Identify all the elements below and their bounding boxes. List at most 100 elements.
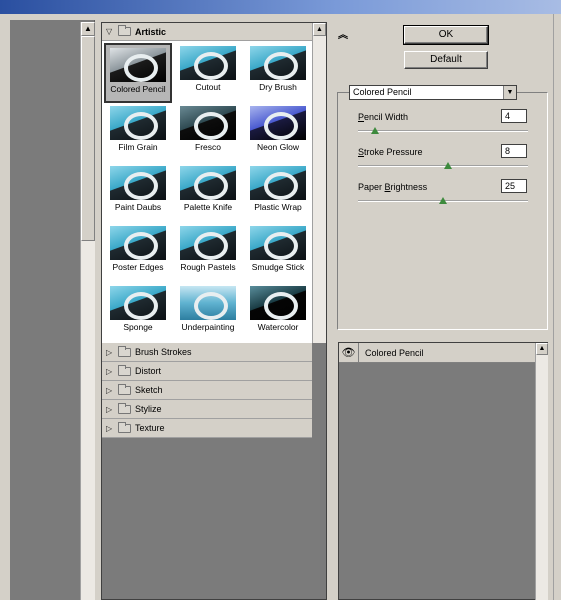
pencil-width-input[interactable]: 4 [501, 109, 527, 123]
filter-label: Paint Daubs [114, 202, 162, 212]
stroke-pressure-slider[interactable] [358, 162, 528, 169]
window-right-edge [553, 14, 561, 600]
pencil-width-slider[interactable] [358, 127, 528, 134]
filter-thumb-smudge-stick[interactable]: Smudge Stick [244, 223, 312, 283]
preview-scrollbar[interactable]: ▲ [80, 22, 95, 600]
category-label: Artistic [135, 26, 167, 37]
folder-icon [118, 345, 131, 357]
filter-preview-image [110, 48, 166, 82]
layers-scrollbar[interactable]: ▲ [535, 343, 548, 600]
category-distort[interactable]: ▷ Distort [102, 362, 312, 381]
filter-select-value: Colored Pencil [353, 87, 412, 97]
filter-preview-image [250, 286, 306, 320]
filter-label: Fresco [195, 142, 221, 152]
filter-gallery: ▽ Artistic Colored Pencil Cutout Dry Bru… [101, 22, 327, 600]
folder-icon [118, 421, 131, 433]
slider-knob[interactable] [444, 162, 453, 169]
category-artistic[interactable]: ▽ Artistic [102, 23, 312, 41]
stroke-pressure-input[interactable]: 8 [501, 144, 527, 158]
scroll-up-arrow-icon[interactable]: ▲ [313, 23, 326, 36]
filter-thumb-neon-glow[interactable]: Neon Glow [244, 103, 312, 163]
filter-preview-image [180, 46, 236, 80]
filter-label: Sponge [123, 322, 153, 332]
gallery-scrollbar[interactable]: ▲ [312, 23, 326, 343]
filter-label: Rough Pastels [180, 262, 236, 272]
filter-preview-image [110, 106, 166, 140]
collapsed-triangle-icon[interactable]: ▷ [106, 367, 114, 376]
filter-preview-image [250, 166, 306, 200]
filter-settings-panel [337, 92, 548, 330]
filter-label: Underpainting [181, 322, 235, 332]
filter-label: Cutout [195, 82, 221, 92]
filter-label: Dry Brush [259, 82, 297, 92]
window-title-bar [0, 0, 561, 14]
filter-preview-image [180, 226, 236, 260]
filter-thumb-paint-daubs[interactable]: Paint Daubs [104, 163, 172, 223]
folder-icon [118, 383, 131, 395]
collapsed-triangle-icon[interactable]: ▷ [106, 424, 114, 433]
slider-knob[interactable] [439, 197, 447, 204]
param-label-stroke-pressure: Stroke Pressure [358, 147, 423, 157]
filter-thumb-colored-pencil[interactable]: Colored Pencil [104, 43, 172, 103]
filter-preview-image [250, 226, 306, 260]
filter-thumb-dry-brush[interactable]: Dry Brush [244, 43, 312, 103]
eye-visibility-icon[interactable]: 👁 [339, 342, 359, 363]
filter-thumb-watercolor[interactable]: Watercolor [244, 283, 312, 343]
filter-thumb-underpainting[interactable]: Underpainting [174, 283, 242, 343]
slider-knob[interactable] [371, 127, 379, 134]
filter-label: Smudge Stick [251, 262, 305, 272]
filter-preview-image [180, 106, 236, 140]
filter-thumb-film-grain[interactable]: Film Grain [104, 103, 172, 163]
category-brush-strokes[interactable]: ▷ Brush Strokes [102, 343, 312, 362]
category-sketch[interactable]: ▷ Sketch [102, 381, 312, 400]
category-label: Distort [135, 366, 162, 376]
filter-label: Plastic Wrap [254, 202, 302, 212]
filter-label: Poster Edges [112, 262, 164, 272]
effect-layers-panel: 👁 Colored Pencil ▲ [338, 342, 548, 600]
filter-preview-image [180, 286, 236, 320]
filter-label: Watercolor [257, 322, 299, 332]
filter-label: Film Grain [118, 142, 158, 152]
filter-thumb-plastic-wrap[interactable]: Plastic Wrap [244, 163, 312, 223]
effect-layer-name: Colored Pencil [365, 347, 424, 358]
filter-thumb-fresco[interactable]: Fresco [174, 103, 242, 163]
filter-preview-image [110, 226, 166, 260]
paper-brightness-slider[interactable] [358, 197, 528, 204]
filter-preview-image [250, 46, 306, 80]
dropdown-arrow-icon[interactable]: ▼ [503, 86, 516, 99]
collapsed-triangle-icon[interactable]: ▷ [106, 405, 114, 414]
category-stylize[interactable]: ▷ Stylize [102, 400, 312, 419]
category-texture[interactable]: ▷ Texture [102, 419, 312, 438]
filter-thumb-sponge[interactable]: Sponge [104, 283, 172, 343]
ok-button[interactable]: OK [403, 25, 489, 45]
effect-layer-row[interactable]: 👁 Colored Pencil [339, 342, 535, 363]
folder-icon [118, 364, 131, 376]
folder-icon [118, 25, 131, 36]
filter-preview-image [180, 166, 236, 200]
folder-icon [118, 402, 131, 414]
scroll-up-arrow-icon[interactable]: ▲ [536, 343, 548, 355]
collapsed-triangle-icon[interactable]: ▷ [106, 386, 114, 395]
filter-thumb-cutout[interactable]: Cutout [174, 43, 242, 103]
filter-preview-image [110, 286, 166, 320]
default-button[interactable]: Default [404, 51, 488, 69]
filter-thumbnails: Colored Pencil Cutout Dry Brush Film Gra… [102, 41, 312, 361]
filter-thumb-palette-knife[interactable]: Palette Knife [174, 163, 242, 223]
filter-thumb-poster-edges[interactable]: Poster Edges [104, 223, 172, 283]
scroll-up-arrow-icon[interactable]: ▲ [81, 22, 95, 36]
category-label: Texture [135, 423, 165, 433]
category-label: Sketch [135, 385, 163, 395]
filter-label: Neon Glow [256, 142, 300, 152]
collapse-gallery-chevron-icon[interactable]: ︽ [338, 26, 348, 41]
filter-select[interactable]: Colored Pencil ▼ [349, 85, 517, 100]
param-label-pencil-width: Pencil Width [358, 112, 409, 122]
scrollbar-thumb[interactable] [81, 36, 95, 241]
filter-label: Palette Knife [183, 202, 233, 212]
category-label: Brush Strokes [135, 347, 192, 357]
filter-preview-image [110, 166, 166, 200]
paper-brightness-input[interactable]: 25 [501, 179, 527, 193]
category-label: Stylize [135, 404, 162, 414]
collapsed-triangle-icon[interactable]: ▷ [106, 348, 114, 357]
expanded-triangle-icon[interactable]: ▽ [106, 27, 114, 36]
filter-thumb-rough-pastels[interactable]: Rough Pastels [174, 223, 242, 283]
